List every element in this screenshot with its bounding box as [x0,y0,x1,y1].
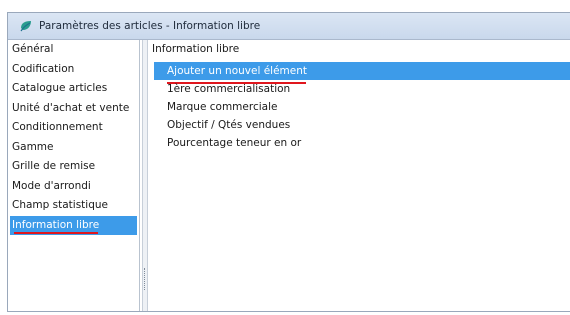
list-item-label: 1ère commercialisation [167,83,291,95]
app-logo-icon [19,19,33,33]
sidebar-item-label: Codification [12,62,75,75]
sidebar-item-catalogue-articles[interactable]: Catalogue articles [8,79,139,99]
list-item-pourcentage-or[interactable]: Pourcentage teneur en or [154,134,570,152]
sidebar-item-label: Unité d'achat et vente [12,101,130,114]
title-bar: Paramètres des articles - Information li… [8,13,570,40]
sidebar-item-label: Général [12,43,54,55]
list-item-marque-commerciale[interactable]: Marque commerciale [154,98,570,116]
content-pane: Information libre Ajouter un nouvel élém… [148,40,570,311]
window-title: Paramètres des articles - Information li… [39,20,261,32]
sidebar-item-information-libre[interactable]: Information libre [10,215,137,235]
sidebar-item-mode-arrondi[interactable]: Mode d'arrondi [8,177,139,197]
info-list: Ajouter un nouvel élément 1ère commercia… [154,62,570,152]
sidebar: Général Codification Catalogue articles … [8,40,140,311]
sidebar-item-label: Gamme [12,140,54,153]
list-item-label: Pourcentage teneur en or [167,137,302,149]
sidebar-item-gamme[interactable]: Gamme [8,138,139,158]
splitter-grip[interactable] [144,268,146,290]
content-title: Information libre [152,43,240,55]
sidebar-item-label: Information libre [12,218,100,231]
sidebar-item-general[interactable]: Général [8,40,139,60]
sidebar-item-label: Champ statistique [12,199,108,211]
sidebar-item-grille-remise[interactable]: Grille de remise [8,157,139,177]
list-item-label: Marque commerciale [167,101,278,113]
sidebar-item-label: Grille de remise [12,160,96,172]
sidebar-item-champ-statistique[interactable]: Champ statistique [8,196,139,216]
list-item-label: Ajouter un nouvel élément [167,65,308,77]
annotation-underline [14,232,98,234]
list-item-add-new[interactable]: Ajouter un nouvel élément [154,62,570,84]
sidebar-item-codification[interactable]: Codification [8,60,139,80]
list-item-objectif-qtes[interactable]: Objectif / Qtés vendues [154,116,570,134]
sidebar-item-label: Mode d'arrondi [12,179,91,192]
sidebar-item-conditionnement[interactable]: Conditionnement [8,118,139,138]
sidebar-item-unite-achat-vente[interactable]: Unité d'achat et vente [8,99,139,119]
list-item-label: Objectif / Qtés vendues [167,119,291,131]
list-item-premiere-commercialisation[interactable]: 1ère commercialisation [154,80,570,98]
sidebar-item-label: Conditionnement [12,121,103,133]
settings-window: Paramètres des articles - Information li… [7,12,570,312]
sidebar-item-label: Catalogue articles [12,82,108,94]
